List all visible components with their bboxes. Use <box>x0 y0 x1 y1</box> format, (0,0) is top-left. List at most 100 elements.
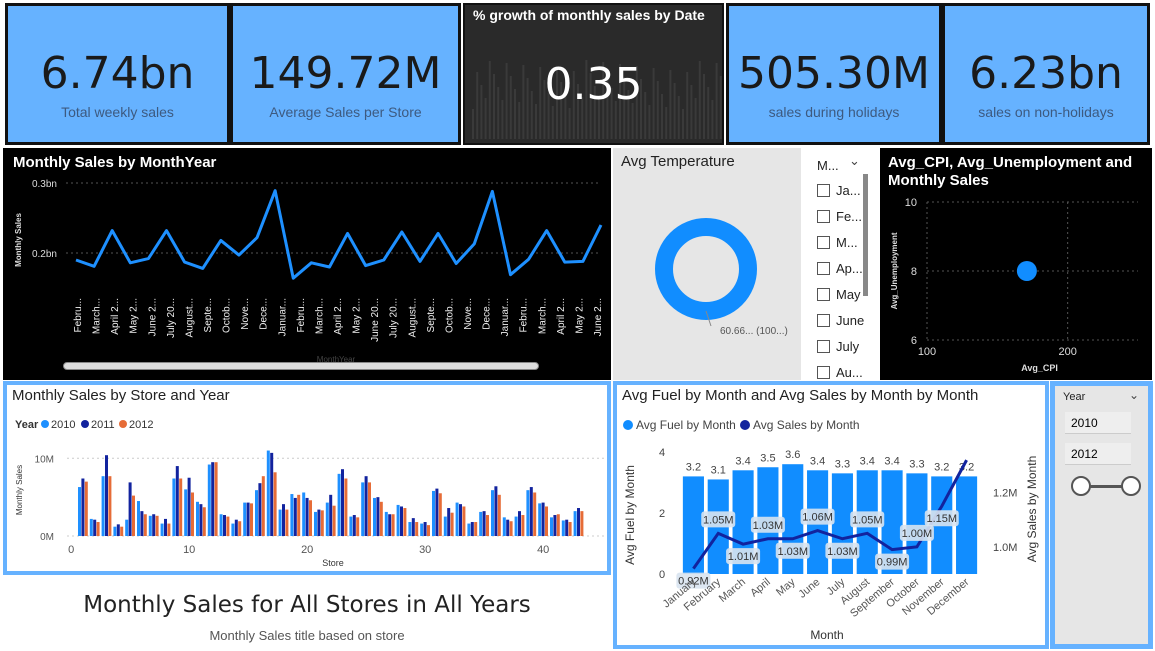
bar <box>388 514 392 536</box>
bar <box>297 494 301 536</box>
bar <box>314 511 317 536</box>
month-slicer-item[interactable]: M... <box>817 232 858 252</box>
x-tick-label: 200 <box>1058 346 1076 358</box>
cpi-unemployment-scatter-chart: 10 8 6100 200Avg_CPI Avg_Unemployment <box>890 197 1138 373</box>
kpi-sales-during-holidays: 505.30M sales during holidays <box>726 3 942 145</box>
bar <box>580 511 584 536</box>
legend-title: Year <box>15 419 39 431</box>
x-axis-label: Avg_CPI <box>1021 363 1058 373</box>
x-tick-label: 100 <box>918 346 936 358</box>
bar <box>238 521 242 536</box>
bar <box>831 473 853 574</box>
checkbox[interactable] <box>817 313 830 327</box>
monthly-sales-line-chart: 0.3bn 0.2bn Monthly Sales Febru... March... A… <box>14 179 604 364</box>
bar <box>529 487 533 536</box>
chevron-down-icon[interactable]: ⌄ <box>849 154 860 169</box>
bar <box>361 482 365 536</box>
year-to-input[interactable]: 2012 <box>1065 443 1131 465</box>
x-tick-label: May 2... <box>574 298 585 334</box>
data-label: 3.5 <box>760 452 775 464</box>
data-label: 1.15M <box>926 513 957 525</box>
footer-subtitle: Monthly Sales title based on store <box>209 628 405 643</box>
checkbox[interactable] <box>817 261 830 275</box>
kpi-average-sales-per-store: 149.72M Average Sales per Store <box>230 3 461 145</box>
checkbox[interactable] <box>817 183 830 197</box>
bar <box>550 517 553 536</box>
month-slicer-item[interactable]: Fe... <box>817 206 862 226</box>
bar <box>226 516 230 536</box>
bar <box>278 509 282 536</box>
checkbox[interactable] <box>817 365 830 379</box>
bar <box>556 514 560 536</box>
legend-marker <box>623 420 633 430</box>
checkbox[interactable] <box>817 287 830 301</box>
bar <box>337 473 341 536</box>
bar <box>553 515 557 536</box>
bar <box>132 495 135 536</box>
bar <box>243 502 247 536</box>
checkbox[interactable] <box>817 339 830 353</box>
bar <box>108 476 112 536</box>
x-tick-label: Septe... <box>203 298 214 332</box>
chevron-down-icon[interactable]: ⌄ <box>1129 388 1139 402</box>
scatter-point <box>1016 261 1037 281</box>
bar <box>482 511 486 536</box>
kpi-label: sales on non-holidays <box>978 104 1114 120</box>
bar <box>443 516 447 536</box>
bar <box>137 501 140 536</box>
month-slicer-header: M... <box>817 158 839 173</box>
x-tick-label: July 20... <box>389 298 400 338</box>
bar <box>491 490 494 536</box>
y-axis-label: Monthly Sales <box>15 465 24 515</box>
bar <box>497 494 501 536</box>
horizontal-scrollbar[interactable] <box>63 362 539 370</box>
bar <box>533 492 537 536</box>
year-from-input[interactable]: 2010 <box>1065 412 1131 434</box>
x-tick-label: June 20... <box>370 298 381 342</box>
bar <box>214 462 218 536</box>
slicer-scrollbar[interactable] <box>863 174 868 296</box>
bar <box>96 522 100 536</box>
data-label: 1.01M <box>728 551 759 563</box>
x-tick-label: 10 <box>183 544 195 556</box>
bar <box>282 504 285 536</box>
x-tick-label: Febru... <box>73 298 84 332</box>
bar <box>202 507 206 536</box>
bar <box>467 523 471 536</box>
bar <box>514 516 518 536</box>
bar <box>450 512 454 536</box>
checkbox[interactable] <box>817 235 830 249</box>
month-slicer-item[interactable]: Au... <box>817 362 863 380</box>
data-label: 3.4 <box>810 455 825 467</box>
data-label: 3.6 <box>785 449 800 461</box>
checkbox[interactable] <box>817 209 830 223</box>
bar <box>349 516 353 536</box>
month-slicer-item[interactable]: July <box>817 336 859 356</box>
x-tick-label: March... <box>537 298 548 334</box>
bar <box>223 515 226 536</box>
data-label: 1.00M <box>902 528 933 540</box>
year-slider-handle-end[interactable] <box>1121 476 1141 496</box>
month-slicer-item[interactable]: May <box>817 284 861 304</box>
bar <box>113 526 117 536</box>
bar <box>462 506 466 536</box>
kpi-value: 149.72M <box>249 48 442 99</box>
month-slicer-item-label: Au... <box>836 364 863 380</box>
bar <box>250 503 253 536</box>
y2-tick-label: 1.0M <box>993 542 1017 554</box>
bar <box>293 497 297 536</box>
bar <box>329 494 333 536</box>
year-slider-handle-start[interactable] <box>1071 476 1091 496</box>
monthly-sales-line-panel: Monthly Sales by MonthYear 0.3bn 0.2bn Mon… <box>3 148 611 380</box>
data-label: 3.3 <box>835 458 850 470</box>
bar <box>368 482 371 536</box>
month-slicer-item-label: June <box>836 312 865 328</box>
data-label: 3.1 <box>711 464 726 476</box>
month-slicer-item[interactable]: Ap... <box>817 258 863 278</box>
x-tick-label: Febru... <box>296 298 307 332</box>
month-slicer-item[interactable]: Ja... <box>817 180 861 200</box>
store-year-bar-panel: Monthly Sales by Store and Year Year 2010… <box>3 381 611 575</box>
month-slicer-item[interactable]: June <box>817 310 864 330</box>
bar <box>261 476 265 536</box>
fuel-sales-combo-chart: Avg Fuel by Month Avg Sales by Month 4 2 0 1.… <box>623 418 1039 642</box>
